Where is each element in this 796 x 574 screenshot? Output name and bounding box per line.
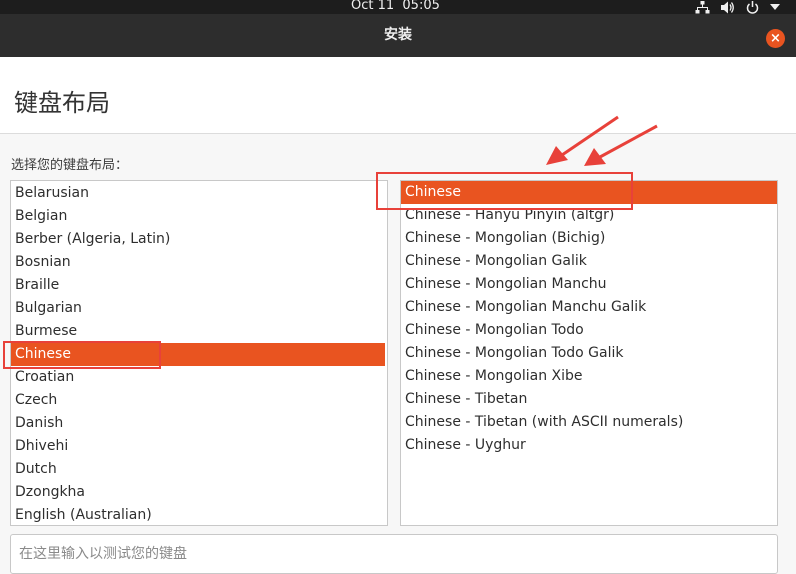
- list-item[interactable]: Dutch: [11, 458, 387, 481]
- volume-icon[interactable]: [721, 1, 735, 14]
- window-title-bar: 安装 ×: [0, 14, 796, 57]
- window-title: 安装: [384, 27, 412, 43]
- system-tray[interactable]: [695, 0, 780, 14]
- list-item[interactable]: Chinese - Tibetan (with ASCII numerals): [401, 411, 777, 434]
- list-item[interactable]: Dzongkha: [11, 481, 387, 504]
- close-button[interactable]: ×: [766, 29, 785, 48]
- list-item[interactable]: Croatian: [11, 366, 387, 389]
- clock[interactable]: Oct 11 05:05: [351, 0, 440, 13]
- keyboard-test-input[interactable]: [10, 534, 778, 574]
- variant-list[interactable]: Chinese Chinese - Hanyu Pinyin (altgr) Chi…: [400, 180, 778, 526]
- list-item[interactable]: Belgian: [11, 205, 387, 228]
- page-title: 键盘布局: [14, 89, 110, 117]
- list-item[interactable]: Berber (Algeria, Latin): [11, 228, 387, 251]
- list-item[interactable]: Bosnian: [11, 251, 387, 274]
- power-icon[interactable]: [746, 0, 759, 14]
- list-item[interactable]: Chinese: [401, 181, 777, 204]
- layout-list[interactable]: Belarusian Belgian Berber (Algeria, Latin)…: [10, 180, 388, 526]
- list-item[interactable]: Braille: [11, 274, 387, 297]
- list-item[interactable]: Chinese - Mongolian Xibe: [401, 365, 777, 388]
- list-item[interactable]: Chinese - Mongolian Todo: [401, 319, 777, 342]
- list-item[interactable]: Chinese - Mongolian Todo Galik: [401, 342, 777, 365]
- choose-layout-label: 选择您的键盘布局：: [11, 158, 129, 173]
- list-item[interactable]: Chinese - Hanyu Pinyin (altgr): [401, 204, 777, 227]
- list-item[interactable]: Burmese: [11, 320, 387, 343]
- list-item[interactable]: Chinese - Mongolian Galik: [401, 250, 777, 273]
- list-item[interactable]: Chinese - Mongolian (Bichig): [401, 227, 777, 250]
- list-item[interactable]: Chinese - Mongolian Manchu: [401, 273, 777, 296]
- chevron-down-icon[interactable]: [770, 4, 780, 10]
- list-item[interactable]: English (Australian): [11, 504, 387, 525]
- list-item[interactable]: Chinese - Mongolian Manchu Galik: [401, 296, 777, 319]
- list-item[interactable]: Dhivehi: [11, 435, 387, 458]
- list-item[interactable]: Bulgarian: [11, 297, 387, 320]
- list-item[interactable]: Czech: [11, 389, 387, 412]
- system-top-bar: Oct 11 05:05: [0, 0, 796, 14]
- list-item[interactable]: Danish: [11, 412, 387, 435]
- page-header: 键盘布局: [0, 57, 796, 134]
- list-item[interactable]: Chinese - Tibetan: [401, 388, 777, 411]
- list-item[interactable]: Chinese: [11, 343, 385, 366]
- list-item[interactable]: Belarusian: [11, 182, 387, 205]
- list-item[interactable]: Chinese - Uyghur: [401, 434, 777, 457]
- network-icon[interactable]: [695, 0, 710, 14]
